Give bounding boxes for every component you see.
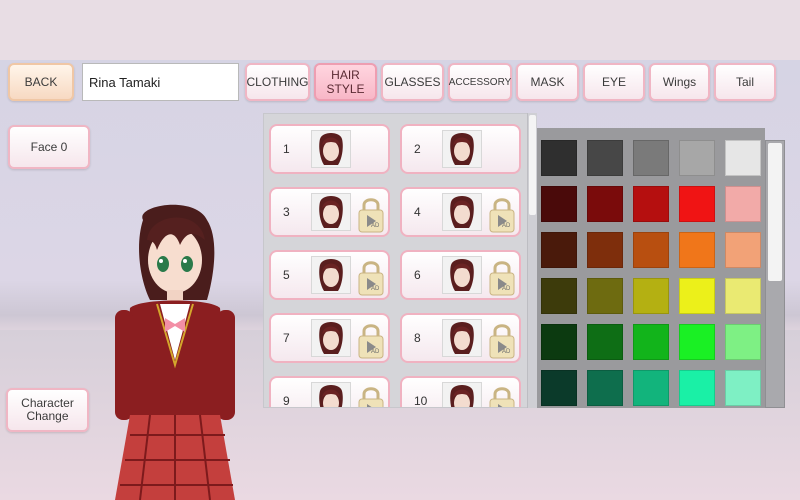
hair-style-item[interactable]: 1 — [269, 124, 390, 174]
scrollbar-thumb[interactable] — [529, 115, 536, 215]
color-swatch[interactable] — [587, 186, 623, 222]
hair-style-number: 1 — [283, 142, 290, 156]
color-swatch[interactable] — [587, 232, 623, 268]
hair-style-number: 5 — [283, 268, 290, 282]
color-swatch[interactable] — [679, 370, 715, 406]
ad-lock-icon: AD — [357, 384, 385, 407]
tab-mask[interactable]: MASK — [516, 63, 579, 101]
hair-style-number: 7 — [283, 331, 290, 345]
hair-preview-thumbnail — [442, 382, 482, 407]
ad-badge-label: AD — [371, 349, 380, 355]
color-swatch[interactable] — [633, 140, 669, 176]
tab-wings[interactable]: Wings — [649, 63, 710, 101]
ad-lock-icon: AD — [488, 258, 516, 296]
character-change-button[interactable]: Character Change — [6, 388, 89, 432]
hair-style-item[interactable]: 2 — [400, 124, 521, 174]
hair-style-number: 10 — [414, 394, 428, 408]
hair-style-number: 4 — [414, 205, 421, 219]
hair-style-number: 2 — [414, 142, 421, 156]
hair-style-number: 9 — [283, 394, 290, 408]
hair-style-item[interactable]: 9 AD — [269, 376, 390, 408]
ad-badge-label: AD — [502, 349, 511, 355]
ad-badge-label: AD — [502, 223, 511, 229]
color-swatch[interactable] — [541, 370, 577, 406]
palette-scrollbar[interactable] — [765, 140, 785, 408]
color-swatch[interactable] — [541, 140, 577, 176]
hair-style-item[interactable]: 5 AD — [269, 250, 390, 300]
back-button[interactable]: BACK — [8, 63, 74, 101]
ad-lock-icon: AD — [357, 321, 385, 359]
color-swatch[interactable] — [541, 186, 577, 222]
tab-hair-style[interactable]: HAIR STYLE — [314, 63, 377, 101]
scrollbar-thumb[interactable] — [768, 143, 782, 281]
color-swatch[interactable] — [587, 324, 623, 360]
hair-preview-thumbnail — [442, 319, 482, 357]
hair-color-palette — [537, 128, 765, 408]
tab-tail[interactable]: Tail — [714, 63, 776, 101]
color-swatch[interactable] — [725, 140, 761, 176]
color-swatch[interactable] — [679, 324, 715, 360]
color-swatch[interactable] — [679, 140, 715, 176]
tab-glasses[interactable]: GLASSES — [381, 63, 444, 101]
hair-preview-thumbnail — [311, 319, 351, 357]
ad-lock-icon: AD — [488, 384, 516, 407]
hair-preview-thumbnail — [311, 193, 351, 231]
color-swatch[interactable] — [725, 186, 761, 222]
hair-style-list[interactable]: 1 2 3 AD 4 AD 5 AD 6 AD 7 AD 8 AD 9 AD 10 AD — [263, 113, 535, 408]
color-swatch[interactable] — [725, 370, 761, 406]
hair-style-item[interactable]: 8 AD — [400, 313, 521, 363]
tab-eye[interactable]: EYE — [583, 63, 645, 101]
color-swatch[interactable] — [633, 232, 669, 268]
color-swatch[interactable] — [679, 232, 715, 268]
hair-style-number: 8 — [414, 331, 421, 345]
color-swatch[interactable] — [541, 324, 577, 360]
ad-badge-label: AD — [502, 286, 511, 292]
color-swatch[interactable] — [679, 186, 715, 222]
ad-badge-label: AD — [371, 223, 380, 229]
hair-preview-thumbnail — [311, 256, 351, 294]
ad-lock-icon: AD — [357, 195, 385, 233]
color-swatch[interactable] — [587, 140, 623, 176]
hair-style-number: 3 — [283, 205, 290, 219]
ad-lock-icon: AD — [488, 321, 516, 359]
color-swatch[interactable] — [679, 278, 715, 314]
face-button[interactable]: Face 0 — [8, 125, 90, 169]
color-swatch[interactable] — [725, 232, 761, 268]
character-model[interactable] — [95, 200, 265, 500]
color-swatch[interactable] — [633, 370, 669, 406]
hair-style-item[interactable]: 6 AD — [400, 250, 521, 300]
color-swatch[interactable] — [541, 278, 577, 314]
character-name-field[interactable]: Rina Tamaki — [82, 63, 239, 101]
tab-accessory[interactable]: ACCESSORY — [448, 63, 512, 101]
hair-preview-thumbnail — [442, 256, 482, 294]
color-swatch[interactable] — [633, 186, 669, 222]
color-swatch[interactable] — [725, 324, 761, 360]
hair-preview-thumbnail — [311, 130, 351, 168]
color-swatch[interactable] — [633, 324, 669, 360]
top-band — [0, 0, 800, 60]
hair-preview-thumbnail — [442, 193, 482, 231]
hair-preview-thumbnail — [442, 130, 482, 168]
ad-lock-icon: AD — [488, 195, 516, 233]
color-swatch[interactable] — [587, 370, 623, 406]
ad-lock-icon: AD — [357, 258, 385, 296]
hair-style-number: 6 — [414, 268, 421, 282]
hair-preview-thumbnail — [311, 382, 351, 407]
color-swatch[interactable] — [633, 278, 669, 314]
color-swatch[interactable] — [541, 232, 577, 268]
ad-badge-label: AD — [371, 286, 380, 292]
hair-list-scrollbar[interactable] — [527, 113, 537, 408]
hair-style-item[interactable]: 10 AD — [400, 376, 521, 408]
hair-style-item[interactable]: 4 AD — [400, 187, 521, 237]
color-swatch[interactable] — [587, 278, 623, 314]
hair-style-item[interactable]: 3 AD — [269, 187, 390, 237]
hair-style-item[interactable]: 7 AD — [269, 313, 390, 363]
color-swatch[interactable] — [725, 278, 761, 314]
tab-clothing[interactable]: CLOTHING — [245, 63, 310, 101]
